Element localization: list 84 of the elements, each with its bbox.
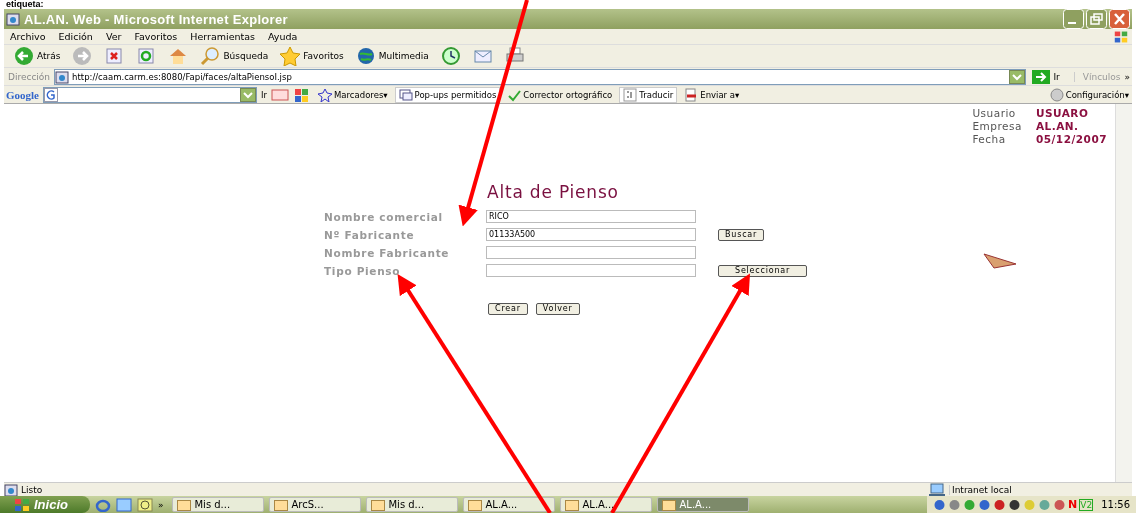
more-chevron[interactable]: » [1124,71,1132,82]
favorites-button[interactable]: Favoritos [276,46,348,66]
close-button[interactable] [1109,9,1130,29]
text-field[interactable]: 01133A500 [486,228,696,241]
g-letter-icon [44,87,58,102]
session-value: AL.AN. [1035,120,1080,133]
tray-icon[interactable]: N [1068,498,1078,511]
scrollbar[interactable] [1115,104,1132,482]
field-label: Tipo Pienso [324,264,402,277]
menu-item[interactable]: Ayuda [268,31,298,42]
ie-page-icon [55,69,70,84]
tray-icon[interactable] [978,498,992,511]
taskbar-button[interactable]: Mis d... [366,497,459,512]
field-label: Nombre Fabricante [324,246,451,259]
search-button[interactable]: Búsqueda [196,46,273,66]
start-button[interactable]: Inicio [0,496,90,513]
ie-page-icon [4,482,18,497]
address-field[interactable]: http://caam.carm.es:8080/Fapi/faces/altaPiensoI.jsp [54,68,1027,85]
toolbar-button[interactable]: Pop-ups permitidos [394,86,501,103]
text-field[interactable] [486,264,696,277]
page-heading: Alta de Pienso [487,182,620,202]
tray-icon[interactable] [1008,498,1022,511]
taskbar-button[interactable]: ArcS... [269,497,362,512]
window-icon [468,498,483,511]
toolbar-button[interactable]: Corrector ortográfico [504,86,616,103]
tray-icon[interactable] [933,498,947,511]
stop-icon [104,46,125,66]
address-label: Dirección [8,71,51,82]
media-button[interactable]: Multimedia [351,46,433,66]
google-logo: Google [6,88,39,101]
taskbar-button[interactable]: AL.A... [657,497,750,512]
windows-logo-icon [14,497,30,512]
toolbar-button[interactable]: Enviar a▾ [681,86,743,103]
google-search-field[interactable] [43,86,257,103]
session-value: USUARO [1035,107,1090,120]
menu-item[interactable]: Edición [58,31,93,42]
window-title: AL.AN. Web - Microsoft Internet Explorer [24,11,289,27]
form-button[interactable]: Seleccionar [718,264,808,277]
clock-text: 11:56 [1101,499,1130,510]
star-outline-icon [318,87,332,102]
google-go-button[interactable]: Ir [261,89,267,100]
menu-item[interactable]: Herramientas [190,31,255,42]
taskbar-button[interactable]: Mis d... [172,497,265,512]
taskbar-button[interactable]: AL.A... [463,497,556,512]
go-button[interactable]: Ir [1030,69,1070,84]
window-icon [371,498,386,511]
back-button[interactable]: Atrás [10,46,65,66]
network-computer-icon [928,482,946,497]
toolbar-button[interactable]: Configuración▾ [1046,86,1132,103]
menu-item[interactable]: Archivo [10,31,46,42]
form-button[interactable]: Volver [535,303,580,315]
popup-icon [398,87,413,102]
refresh-icon [136,46,157,66]
menu-item[interactable]: Favoritos [134,31,178,42]
field-label: Nombre comercial [324,210,444,223]
text-field[interactable] [486,246,696,259]
field-label: Nº Fabricante [324,228,416,241]
text-field[interactable]: RICO [486,210,696,223]
window-icon [662,498,677,511]
cursor-pointer-icon [982,252,1018,270]
session-label: Fecha [972,133,1007,146]
status-text: Listo [21,484,43,495]
window-icon [565,498,580,511]
restore-button[interactable] [1086,9,1107,29]
session-label: Empresa [972,120,1022,133]
ie-page-icon [6,12,20,26]
globe-icon [355,46,376,66]
session-value: 05/12/2007 [1035,133,1107,146]
taskbar-button[interactable]: AL.A... [560,497,653,512]
search-icon [200,46,221,66]
star-icon [280,46,301,66]
menu-item[interactable]: Ver [105,31,122,42]
form-button[interactable]: Buscar [718,228,765,241]
minimize-button[interactable] [1063,9,1084,29]
zone-text: Intranet local [949,484,1132,495]
session-label: Usuario [972,107,1017,120]
window-icon [274,498,289,511]
toolbar-button[interactable]: Marcadores▾ [315,86,391,103]
window-icon [177,498,192,511]
form-button[interactable]: Crear [488,303,528,315]
caption-text: etiqueta: [5,0,45,9]
more-chevron[interactable]: » [157,499,164,510]
toolbar-button[interactable]: Traducir [619,86,678,103]
tray-icon[interactable] [993,498,1007,511]
